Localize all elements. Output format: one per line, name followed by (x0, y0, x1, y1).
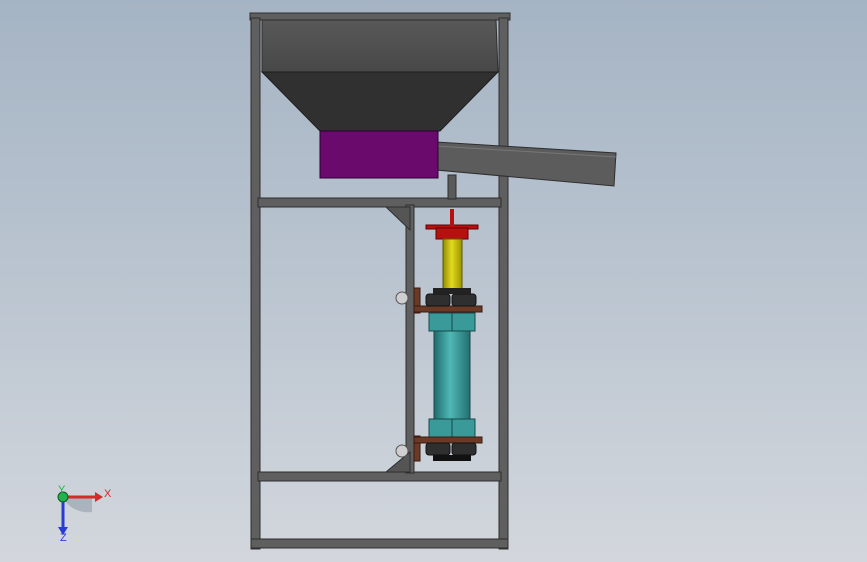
valve-gate[interactable] (425, 209, 479, 240)
frame-right-post (498, 17, 509, 550)
z-axis-label: Z (60, 532, 67, 544)
bolt-head-upper (395, 291, 409, 305)
nut-lower-right (451, 442, 477, 456)
hopper-top-section (261, 19, 499, 73)
piston-rod[interactable] (442, 238, 463, 292)
gusset-upper (384, 206, 411, 232)
valve-stem (450, 209, 454, 227)
frame-lower-rail (257, 471, 502, 482)
frame-middle-rail (257, 197, 502, 208)
support-stem (447, 174, 457, 200)
washer-lower (433, 455, 471, 461)
bracket-plate-lower (413, 436, 483, 444)
frame-bottom-rail (250, 538, 509, 549)
washer-upper (433, 288, 471, 294)
hopper[interactable] (260, 19, 500, 132)
x-axis-label: X (104, 488, 112, 500)
x-arrowhead-icon (95, 492, 103, 502)
bracket-plate-upper (413, 305, 483, 313)
hopper-funnel (260, 71, 500, 132)
cylinder-barrel (433, 330, 471, 420)
y-axis-label: Y (58, 484, 66, 496)
bolt-head-lower (395, 444, 409, 458)
frame-top-rail (249, 12, 511, 21)
nut-upper-left (425, 293, 451, 307)
valve-cap (435, 227, 469, 240)
cad-viewport[interactable]: X Y Z (0, 0, 867, 562)
frame-left-post (250, 17, 261, 550)
nut-upper-right (451, 293, 477, 307)
outlet-box[interactable] (319, 130, 439, 179)
nut-lower-left (425, 442, 451, 456)
pneumatic-cylinder[interactable] (428, 312, 476, 438)
frame-inner-post (405, 204, 415, 474)
discharge-chute[interactable] (435, 141, 617, 187)
coordinate-triad: X Y Z (57, 484, 112, 544)
